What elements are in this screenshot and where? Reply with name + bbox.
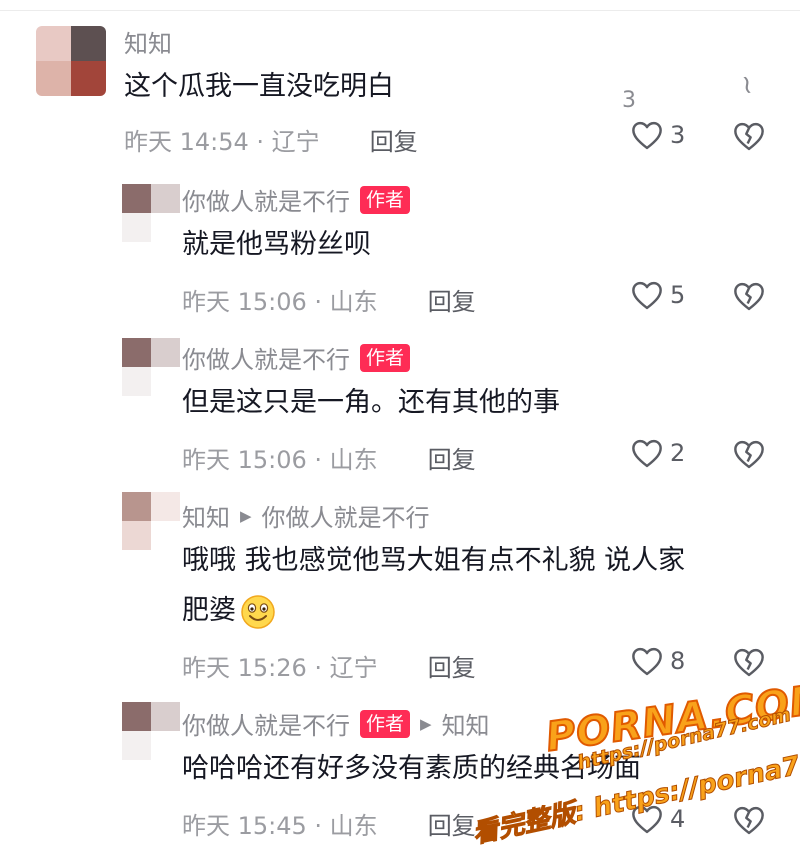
heart-outline-icon (632, 439, 662, 468)
avatar-pixel (151, 521, 180, 550)
avatar-pixel (151, 731, 180, 760)
comment-text: 这个瓜我一直没吃明白 (124, 71, 394, 102)
comment-timestamp: 昨天 15:45 · 山东 (182, 812, 378, 840)
avatar-pixel (151, 367, 180, 396)
comment-timestamp: 昨天 15:26 · 辽宁 (182, 654, 378, 682)
avatar-pixel (151, 213, 180, 242)
avatar-pixel (122, 521, 151, 550)
avatar-pixel (36, 61, 71, 96)
stray-squiggle: ~ (730, 71, 764, 99)
broken-heart-icon[interactable] (732, 439, 766, 469)
avatar-pixel (151, 338, 180, 367)
comment-text: 就是他骂粉丝呗 (182, 229, 371, 260)
heart-outline-icon (632, 281, 662, 310)
like-count: 3 (670, 121, 686, 149)
avatar-pixel (122, 213, 151, 242)
broken-heart-icon[interactable] (732, 805, 766, 835)
avatar-pixel (71, 26, 106, 61)
like-count: 2 (670, 439, 686, 467)
avatar[interactable] (122, 338, 180, 396)
comment-text-line-2: 肥婆 (182, 588, 276, 634)
reply-button[interactable]: 回复 (428, 806, 476, 841)
avatar-pixel (122, 702, 151, 731)
reply-button[interactable]: 回复 (428, 440, 476, 475)
broken-heart-icon[interactable] (732, 281, 766, 311)
avatar-pixel (36, 26, 71, 61)
avatar-pixel (122, 338, 151, 367)
avatar-pixel (151, 184, 180, 213)
avatar[interactable] (122, 702, 180, 760)
author-badge: 作者 (360, 709, 411, 738)
author-badge: 作者 (360, 343, 411, 372)
comment-text-continued: 肥婆 (182, 595, 236, 626)
reply-arrow-icon: ▶ (240, 506, 252, 525)
like-button[interactable]: 3 (630, 120, 685, 150)
comment-username[interactable]: 你做人就是不行 (182, 182, 350, 217)
like-button[interactable]: 8 (630, 646, 685, 676)
comment-timestamp: 昨天 14:54 · 辽宁 (124, 128, 320, 156)
comment-text: 哦哦 我也感觉他骂大姐有点不礼貌 说人家 (182, 545, 686, 576)
like-button[interactable]: 5 (630, 280, 685, 310)
like-count: 5 (670, 281, 686, 309)
avatar-pixel (122, 367, 151, 396)
comment-username[interactable]: 你做人就是不行 (182, 706, 350, 741)
avatar[interactable] (36, 26, 106, 96)
author-badge: 作者 (360, 185, 411, 214)
comment-timestamp: 昨天 15:06 · 山东 (182, 446, 378, 474)
heart-outline-icon (632, 121, 662, 150)
comment-username[interactable]: 知知 (124, 24, 172, 59)
avatar-pixel (122, 731, 151, 760)
like-count: 4 (670, 805, 686, 833)
broken-heart-icon[interactable] (732, 121, 766, 151)
comment-username[interactable]: 知知 (182, 498, 230, 533)
reply-button[interactable]: 回复 (428, 282, 476, 317)
like-count: 8 (670, 647, 686, 675)
smiley-emoji (241, 594, 275, 629)
broken-heart-icon[interactable] (732, 647, 766, 677)
avatar[interactable] (122, 184, 180, 242)
avatar[interactable] (122, 492, 180, 550)
reply-to-username[interactable]: 知知 (442, 706, 490, 741)
reply-button[interactable]: 回复 (428, 648, 476, 683)
reply-arrow-icon: ▶ (420, 714, 432, 733)
heart-outline-icon (632, 647, 662, 676)
comment-username[interactable]: 你做人就是不行 (182, 340, 350, 375)
reply-to-username[interactable]: 你做人就是不行 (262, 498, 430, 533)
like-button[interactable]: 2 (630, 438, 685, 468)
avatar-pixel (151, 492, 180, 521)
stray-digit: 3 (622, 88, 636, 113)
comment-text: 但是这只是一角。还有其他的事 (182, 387, 560, 418)
avatar-pixel (71, 61, 106, 96)
comment-timestamp: 昨天 15:06 · 山东 (182, 288, 378, 316)
avatar-pixel (122, 492, 151, 521)
top-divider (0, 10, 800, 11)
reply-button[interactable]: 回复 (370, 122, 418, 157)
avatar-pixel (151, 702, 180, 731)
avatar-pixel (122, 184, 151, 213)
